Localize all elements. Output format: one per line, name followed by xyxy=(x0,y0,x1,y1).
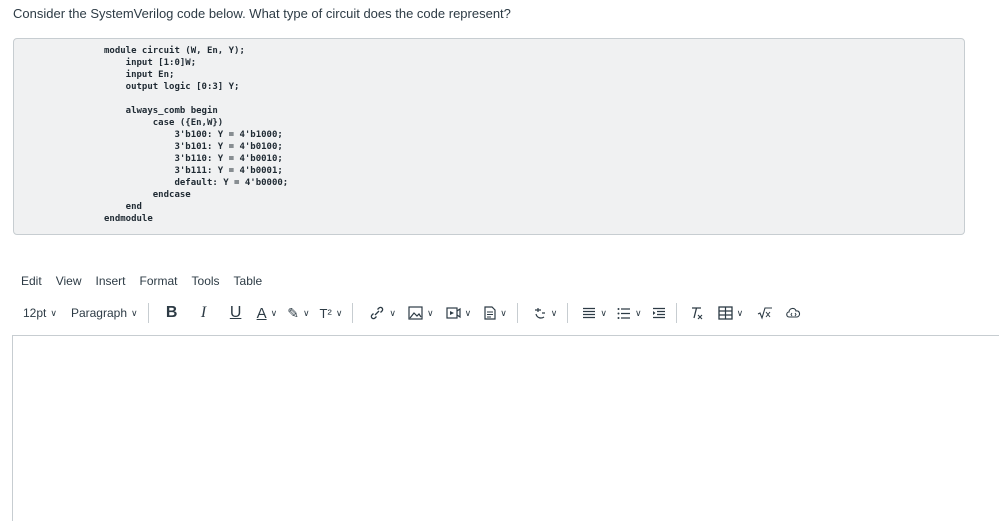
apps-icon xyxy=(534,307,545,319)
chevron-down-icon: ∨ xyxy=(131,307,138,318)
chevron-down-icon: ∨ xyxy=(500,307,507,318)
document-button[interactable]: ∨ xyxy=(483,302,507,324)
apps-button[interactable]: ∨ xyxy=(532,302,558,324)
code-line: default: Y = 4'b0000; xyxy=(104,178,289,188)
code-line: 3'b110: Y = 4'b0010; xyxy=(104,154,283,164)
toolbar-divider xyxy=(675,303,677,323)
superscript-icon: T² xyxy=(319,305,332,321)
clear-format-icon xyxy=(691,307,702,320)
menu-view[interactable]: View xyxy=(56,274,82,290)
code-line: case ({En,W}) xyxy=(104,118,224,128)
link-button[interactable]: ∨ xyxy=(369,302,396,324)
embed-icon xyxy=(786,307,801,318)
font-size-value: 12pt xyxy=(23,306,47,320)
code-line: endmodule xyxy=(104,214,153,224)
toolbar-divider xyxy=(352,303,354,323)
chevron-down-icon: ∨ xyxy=(464,307,472,318)
question-text: Consider the SystemVerilog code below. W… xyxy=(13,6,511,21)
rich-text-editor-area[interactable] xyxy=(12,335,999,521)
block-format-dropdown[interactable]: Paragraph ∨ xyxy=(71,302,138,324)
table-icon xyxy=(717,306,733,320)
chevron-down-icon: ∨ xyxy=(427,307,434,318)
code-line: input [1:0]W; xyxy=(104,58,197,68)
code-line: 3'b101: Y = 4'b0100; xyxy=(104,142,283,152)
code-listing: module circuit (W, En, Y); input [1:0]W;… xyxy=(104,45,288,225)
code-line: 3'b100: Y = 4'b1000; xyxy=(104,130,283,140)
code-line: end xyxy=(104,202,142,212)
math-icon xyxy=(757,307,773,320)
chevron-down-icon: ∨ xyxy=(302,307,310,318)
menu-table[interactable]: Table xyxy=(234,274,263,290)
code-line: ​ xyxy=(104,93,288,105)
bold-button[interactable]: B xyxy=(159,302,185,324)
menu-edit[interactable]: Edit xyxy=(21,274,42,290)
math-button[interactable] xyxy=(757,302,773,324)
editor-menubar: Edit View Insert Format Tools Table xyxy=(21,274,276,290)
menu-format[interactable]: Format xyxy=(140,274,178,290)
indent-button[interactable] xyxy=(652,302,666,324)
code-block: module circuit (W, En, Y); input [1:0]W;… xyxy=(13,38,965,235)
code-line: input En; xyxy=(104,70,175,80)
toolbar-divider xyxy=(516,303,518,323)
table-button[interactable]: ∨ xyxy=(717,302,744,324)
underline-button[interactable]: U xyxy=(223,302,249,324)
highlight-icon: ✎ xyxy=(287,304,299,321)
chevron-down-icon: ∨ xyxy=(634,307,642,318)
toolbar-divider xyxy=(147,303,149,323)
chevron-down-icon: ∨ xyxy=(389,307,396,318)
chevron-down-icon: ∨ xyxy=(335,307,343,318)
code-line: always_comb begin xyxy=(104,106,218,116)
link-icon xyxy=(371,306,384,320)
block-format-value: Paragraph xyxy=(70,306,127,320)
image-button[interactable]: ∨ xyxy=(408,302,434,324)
chevron-down-icon: ∨ xyxy=(550,307,558,318)
chevron-down-icon: ∨ xyxy=(600,307,607,318)
indent-icon xyxy=(652,307,665,318)
chevron-down-icon: ∨ xyxy=(736,307,744,318)
menu-insert[interactable]: Insert xyxy=(95,274,125,290)
align-button[interactable]: ∨ xyxy=(582,302,607,324)
chevron-down-icon: ∨ xyxy=(270,307,278,318)
toolbar-divider xyxy=(567,303,569,323)
list-icon xyxy=(617,307,630,319)
highlight-button[interactable]: ✎ ∨ xyxy=(287,302,309,324)
text-color-icon: A xyxy=(256,304,267,322)
superscript-button[interactable]: T² ∨ xyxy=(320,302,343,324)
menu-tools[interactable]: Tools xyxy=(192,274,220,290)
text-color-button[interactable]: A ∨ xyxy=(257,302,278,324)
list-button[interactable]: ∨ xyxy=(617,302,642,324)
align-icon xyxy=(583,307,596,318)
editor-toolbar: 12pt ∨ Paragraph ∨ B I U A ∨ ✎ ∨ T² ∨ ∨ … xyxy=(15,302,985,324)
media-button[interactable]: ∨ xyxy=(445,302,472,324)
document-icon xyxy=(484,306,496,320)
media-icon xyxy=(445,307,461,319)
embed-button[interactable] xyxy=(785,302,802,324)
clear-format-button[interactable] xyxy=(689,302,704,324)
font-size-dropdown[interactable]: 12pt ∨ xyxy=(23,302,57,324)
chevron-down-icon: ∨ xyxy=(50,307,57,318)
code-line: output logic [0:3] Y; xyxy=(104,82,240,92)
image-icon xyxy=(408,306,423,320)
code-line: endcase xyxy=(104,190,191,200)
code-line: module circuit (W, En, Y); xyxy=(104,46,245,56)
code-line: 3'b111: Y = 4'b0001; xyxy=(104,166,283,176)
italic-button[interactable]: I xyxy=(191,302,217,324)
